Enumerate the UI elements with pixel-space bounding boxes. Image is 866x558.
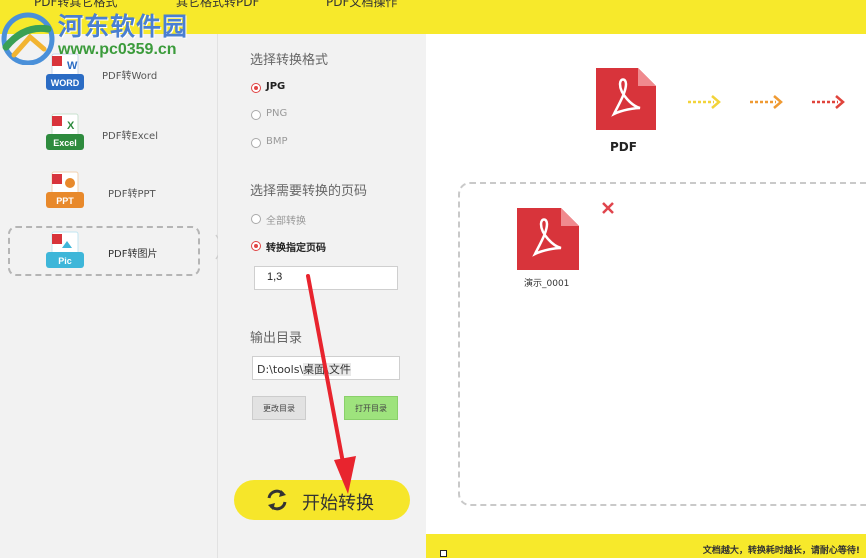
file-name-label: 演示_0001 (524, 279, 570, 289)
pdf-file-thumbnail-icon[interactable] (515, 206, 581, 272)
start-convert-button[interactable]: 开始转换 (234, 480, 410, 520)
page-section-title: 选择需要转换的页码 (250, 184, 368, 199)
svg-text:X: X (67, 120, 75, 132)
output-dir-field[interactable]: D:\tools\桌面\文件 (252, 356, 400, 380)
resize-handle-icon (440, 550, 447, 557)
page-label-all: 全部转换 (266, 216, 306, 227)
pic-badge-text: Pic (58, 256, 72, 266)
output-dir-text: D:\tools\ (257, 363, 304, 376)
format-label-png: PNG (266, 108, 288, 119)
output-dir-highlight: 桌面\文件 (303, 363, 351, 376)
refresh-icon (267, 489, 287, 511)
start-convert-label: 开始转换 (302, 493, 374, 514)
status-text: 文档越大，转换耗时越长，请耐心等待! (702, 546, 860, 556)
word-badge-text: WORD (51, 78, 80, 88)
watermark: 河东软件园 www.pc0359.cn (0, 5, 210, 65)
watermark-title: 河东软件园 (58, 12, 189, 41)
menu-item-pdf-to-image[interactable]: Pic PDF转图片 (8, 226, 200, 276)
preview-panel: PDF 演示_0001 (426, 34, 866, 534)
menu-item-pdf-to-ppt[interactable]: PPT PDF转PPT (8, 168, 200, 218)
left-nav-panel: WORD W PDF转Word Excel X PDF转Excel PPT PD… (0, 34, 218, 558)
radio-dot (251, 110, 261, 120)
menu-label-excel: PDF转Excel (102, 131, 158, 142)
output-section-title: 输出目录 (250, 331, 303, 346)
menu-label-ppt: PDF转PPT (108, 189, 156, 200)
watermark-logo-icon (1, 12, 55, 65)
menu-item-pdf-to-excel[interactable]: Excel X PDF转Excel (8, 110, 200, 160)
format-label-bmp: BMP (266, 136, 288, 147)
radio-dot (251, 83, 261, 93)
change-dir-button[interactable]: 更改目录 (252, 396, 306, 420)
radio-dot (251, 214, 261, 224)
page-label-specified: 转换指定页码 (266, 243, 326, 254)
tab-pdf-operations[interactable]: PDF文档操作 (326, 0, 397, 10)
page-range-input[interactable]: 1,3 (254, 266, 398, 290)
excel-badge-text: Excel (53, 138, 77, 148)
ppt-badge-text: PPT (56, 196, 74, 206)
menu-label-word: PDF转Word (102, 71, 158, 82)
format-section-title: 选择转换格式 (250, 53, 329, 68)
options-panel: 选择转换格式 JPG PNG BMP 选择需要转换的页码 全部转换 转换指定页码… (218, 34, 426, 558)
format-label-jpg: JPG (266, 81, 286, 92)
radio-dot (251, 241, 261, 251)
pdf-label: PDF (610, 140, 637, 154)
watermark-url: www.pc0359.cn (58, 41, 177, 58)
close-icon[interactable] (600, 200, 616, 216)
open-dir-button[interactable]: 打开目录 (344, 396, 398, 420)
status-bar: 文档越大，转换耗时越长，请耐心等待! (426, 534, 866, 558)
radio-dot (251, 138, 261, 148)
pdf-file-icon (596, 68, 656, 130)
menu-label-image: PDF转图片 (108, 249, 158, 260)
ppt-icon: PPT (46, 171, 84, 208)
pic-icon: Pic (46, 231, 84, 268)
excel-icon: Excel X (46, 113, 84, 150)
conversion-arrows-icon (688, 95, 845, 109)
